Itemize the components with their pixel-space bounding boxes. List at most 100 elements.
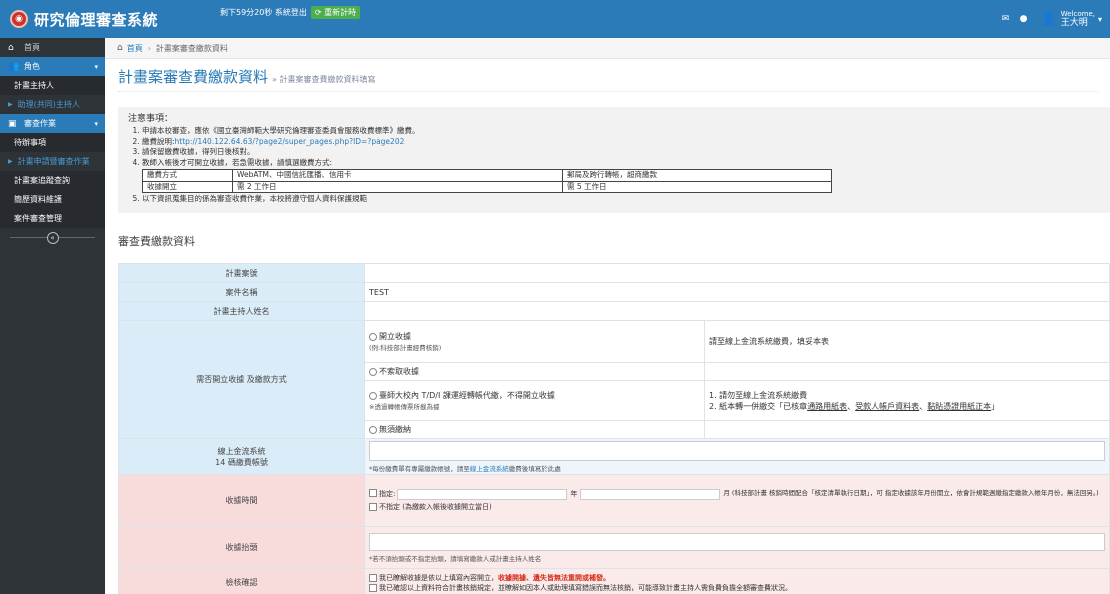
- account-no-note: *每份繳費單有專屬繳款帳號，請至線上金流系統繳費後填寫於此處: [369, 465, 561, 473]
- refresh-label: 重新計時: [324, 8, 357, 17]
- form-link-2[interactable]: 受款人帳戶資料表: [855, 402, 919, 411]
- not-designate-row: 不指定 (為繳款入帳後收據開立當日): [369, 502, 1105, 512]
- form-row: 計畫案號: [118, 263, 1110, 283]
- form-row: 檢核確認 我已瞭解收據是依以上填寫內容開立，收據開據、遺失皆無法重開或補發。 我…: [118, 568, 1110, 594]
- table-row: 繳費方式 WebATM、中國信託匯播、信用卡 郵局及跨行轉帳，超商繳款: [142, 169, 832, 182]
- sidebar-item-co-pi[interactable]: ▶ 助理(共同)主持人: [0, 95, 105, 114]
- user-icon: 👤: [1040, 11, 1057, 27]
- plan-no-value: [364, 263, 1110, 283]
- sidebar-collapse[interactable]: «: [0, 228, 105, 247]
- confirm-cell: 我已瞭解收據是依以上填寫內容開立，收據開據、遺失皆無法重開或補發。 我已確認以上…: [364, 568, 1110, 594]
- field-label: 收據抬頭: [118, 526, 365, 569]
- nav-right: ✉ ● 👤 Welcome, 王大明 ▾: [999, 0, 1110, 38]
- form-row: 計畫主持人姓名: [118, 301, 1110, 321]
- bell-icon[interactable]: ●: [1017, 13, 1031, 25]
- sidebar-item-home[interactable]: ⌂ 首頁: [0, 38, 105, 57]
- radio-no-receipt[interactable]: [369, 367, 377, 376]
- sidebar-item-review[interactable]: ▣ 審查作業 ▾: [0, 114, 105, 133]
- designate-checkbox[interactable]: [369, 489, 377, 497]
- sidebar: ⌂ 首頁 👥 角色 ▾ 計畫主持人 ▶ 助理(共同)主持人 ▣ 審查作業 ▾ 待…: [0, 38, 105, 594]
- brand[interactable]: ◉ 研究倫理審查系統: [0, 0, 210, 38]
- option-right-text: [704, 362, 1110, 381]
- session-timer: 剩下59分20秒 系統登出 ⟳ 重新計時: [220, 6, 361, 19]
- not-designate-checkbox[interactable]: [369, 503, 377, 511]
- notice-item: 申請本校審查，應依《國立臺灣師範大學研究倫理審查委員會服務收費標準》繳費。: [142, 126, 1100, 137]
- receipt-year-input[interactable]: [397, 489, 568, 500]
- sidebar-item-apply[interactable]: ▶ 計畫申請暨審查作業: [0, 152, 105, 171]
- sidebar-item-case-review[interactable]: 案件審查管理: [0, 209, 105, 228]
- instruction-text: 、: [919, 401, 928, 411]
- user-menu[interactable]: 👤 Welcome, 王大明 ▾: [1035, 10, 1110, 28]
- label-line: 線上金流系統: [217, 446, 266, 456]
- account-no-input[interactable]: [369, 440, 1105, 461]
- confirm-row-1: 我已瞭解收據是依以上填寫內容開立，收據開據、遺失皆無法重開或補發。: [369, 573, 1105, 583]
- notice-item: 繳費說明:http://140.122.64.63/?page2/super_p…: [142, 137, 1100, 148]
- instruction-1: 1. 請勿至線上金流系統繳費: [709, 390, 808, 400]
- radio-internal-transfer[interactable]: [369, 391, 377, 400]
- sidebar-item-pi[interactable]: 計畫主持人: [0, 76, 105, 95]
- form-row: 收據抬頭 *若不須抬頭或不指定抬頭，請填寫繳款人或計畫主持人姓名: [118, 526, 1110, 569]
- radio-issue-receipt[interactable]: [369, 332, 377, 341]
- option-no-receipt[interactable]: 不索取收據: [364, 362, 705, 381]
- receipt-month-input[interactable]: [580, 489, 721, 500]
- field-label: 收據時間: [118, 474, 365, 527]
- table-cell: WebATM、中國信託匯播、信用卡: [232, 169, 563, 182]
- form-link-3[interactable]: 黏貼憑證用紙正本: [927, 402, 991, 411]
- confirm-warning: 收據開據、遺失皆無法重開或補發。: [498, 573, 610, 582]
- chevron-down-icon: ▾: [94, 62, 98, 71]
- notice-list: 申請本校審查，應依《國立臺灣師範大學研究倫理審查委員會服務收費標準》繳費。 繳費…: [128, 126, 1100, 205]
- sidebar-item-todo[interactable]: 待辦事項: [0, 133, 105, 152]
- receipt-date-cell: 指定: 年 月 (科技部計畫 核銷時間配合「核定清單執行日期」，可 指定收據該年…: [364, 474, 1110, 527]
- option-right-text: 1. 請勿至線上金流系統繳費 2. 紙本轉一併繳交「已核章通路用紙表、受款人帳戶…: [704, 380, 1110, 421]
- case-name-value: TEST: [364, 282, 1110, 302]
- page-header: 計畫案審查費繳款資料 » 計畫案審查費繳款資料填寫: [118, 66, 1098, 92]
- note-text: 繳費後填寫於此處: [508, 464, 561, 473]
- instruction-text: 、: [847, 401, 856, 411]
- sidebar-item-label: 待辦事項: [14, 138, 46, 147]
- option-issue-receipt[interactable]: 開立收據 (例:科技部計畫經費核銷): [364, 320, 705, 363]
- payment-info-link[interactable]: http://140.122.64.63/?page2/super_pages.…: [175, 137, 405, 146]
- instruction-text: 2. 紙本轉一併繳交「已核章: [709, 401, 808, 411]
- option-label: 開立收據: [379, 332, 411, 341]
- month-note: 月 (科技部計畫 核銷時間配合「核定清單執行日期」，可 指定收據該年月份開立，依…: [723, 489, 1099, 497]
- sidebar-item-label: 助理(共同)主持人: [17, 100, 80, 109]
- note-text: *每份繳費單有專屬繳款帳號，請至: [369, 464, 470, 473]
- form-link-1[interactable]: 通路用紙表: [807, 402, 847, 411]
- briefcase-icon: ▣: [8, 118, 17, 129]
- table-cell: 繳費方式: [142, 169, 233, 182]
- caret-right-icon: ▶: [8, 101, 13, 108]
- online-payment-link[interactable]: 線上金流系統: [470, 465, 509, 473]
- instruction-2: 2. 紙本轉一併繳交「已核章通路用紙表、受款人帳戶資料表、黏貼憑證用紙正本」: [709, 401, 1105, 412]
- home-icon: ⌂: [117, 43, 123, 53]
- designate-row: 指定: 年 月 (科技部計畫 核銷時間配合「核定清單執行日期」，可 指定收據該年…: [369, 489, 1105, 500]
- notice-box: 注意事項： 申請本校審查，應依《國立臺灣師範大學研究倫理審查委員會服務收費標準》…: [118, 107, 1110, 213]
- radio-no-payment[interactable]: [369, 425, 377, 434]
- chevron-down-icon: ▾: [94, 119, 98, 128]
- payment-method-table: 繳費方式 WebATM、中國信託匯播、信用卡 郵局及跨行轉帳，超商繳款 收據開立…: [142, 169, 832, 193]
- option-right-text: [704, 420, 1110, 439]
- sidebar-item-label: 計畫案追蹤查詢: [14, 176, 70, 185]
- breadcrumb-home-link[interactable]: 首頁: [127, 43, 143, 54]
- receipt-title-cell: *若不須抬頭或不指定抬頭，請填寫繳款人或計畫主持人姓名: [364, 526, 1110, 569]
- designate-label: 指定:: [379, 490, 396, 498]
- table-row: 收據開立 需 2 工作日 需 5 工作日: [142, 180, 832, 193]
- breadcrumb-current: 計畫案審查繳款資料: [155, 43, 228, 53]
- option-label: 不索取收據: [379, 367, 419, 376]
- double-chevron-left-icon[interactable]: «: [46, 231, 59, 244]
- sidebar-item-resume[interactable]: 簡歷資料維護: [0, 190, 105, 209]
- option-internal-transfer[interactable]: 臺師大校內 T/D/I 課運經轉帳代繳，不得開立收據 ※透過轉帳傳票所載為據: [364, 380, 705, 421]
- user-name: 王大明: [1060, 18, 1088, 28]
- home-icon: ⌂: [8, 42, 14, 53]
- refresh-timer-button[interactable]: ⟳ 重新計時: [310, 6, 361, 19]
- top-navbar: ◉ 研究倫理審查系統 剩下59分20秒 系統登出 ⟳ 重新計時 ✉ ● 👤 We…: [0, 0, 1110, 38]
- sidebar-item-tracking[interactable]: 計畫案追蹤查詢: [0, 171, 105, 190]
- confirm-checkbox-2[interactable]: [369, 583, 377, 592]
- sidebar-item-roles[interactable]: 👥 角色 ▾: [0, 57, 105, 76]
- breadcrumb: ⌂ 首頁 › 計畫案審查繳款資料: [105, 38, 1110, 59]
- section-title: 審查費繳款資料: [118, 235, 195, 248]
- receipt-title-input[interactable]: [369, 532, 1105, 551]
- envelope-icon[interactable]: ✉: [999, 13, 1013, 25]
- sidebar-item-label: 計畫申請暨審查作業: [17, 157, 90, 166]
- confirm-checkbox-1[interactable]: [369, 573, 377, 582]
- option-no-payment[interactable]: 無須繳納: [364, 420, 705, 439]
